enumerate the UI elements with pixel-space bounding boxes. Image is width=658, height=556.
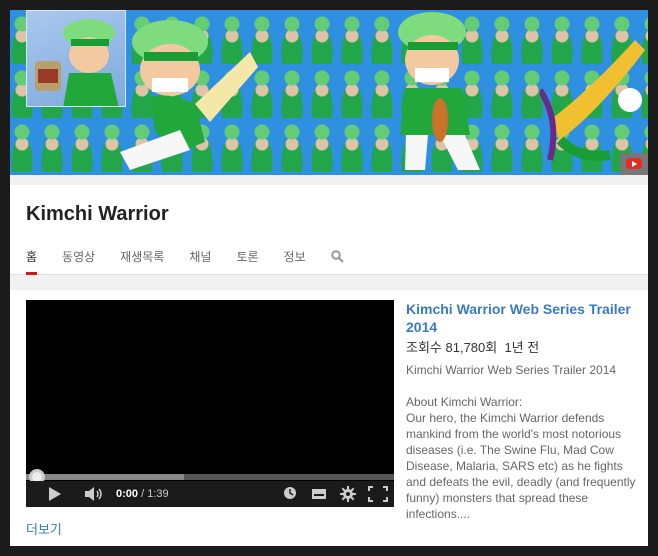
duration: 1:39	[147, 488, 169, 500]
channel-banner	[10, 10, 648, 175]
buffer-bar	[26, 474, 185, 480]
player-controls: 0:00 / 1:39	[26, 481, 394, 507]
video-description-title: Kimchi Warrior Web Series Trailer 2014	[406, 363, 617, 377]
tab-home[interactable]: 홈	[26, 247, 38, 275]
kimchi-warrior-hero-image	[120, 20, 258, 170]
avatar-image	[35, 19, 119, 106]
volume-icon[interactable]	[84, 486, 104, 502]
tab-videos[interactable]: 동영상	[62, 247, 95, 275]
play-icon[interactable]	[48, 486, 62, 502]
tab-discussion[interactable]: 토론	[236, 247, 258, 275]
upload-age: 1년 전	[504, 340, 540, 355]
youtube-icon[interactable]	[620, 153, 648, 175]
channel-search-button[interactable]	[330, 247, 345, 267]
tab-about[interactable]: 정보	[284, 247, 306, 275]
channel-title: Kimchi Warrior	[26, 203, 169, 225]
channel-tabs: 홈 동영상 재생목록 채널 토론 정보	[26, 247, 370, 275]
video-info: Kimchi Warrior Web Series Trailer 2014 조…	[406, 300, 642, 522]
featured-video-section: 0:00 / 1:39 Kimchi Warrior Web Series Tr…	[10, 290, 648, 546]
channel-header: Kimchi Warrior 홈 동영상 재생목록 채널 토론 정보	[10, 185, 648, 275]
fullscreen-icon[interactable]	[368, 486, 388, 502]
time-display: 0:00 / 1:39	[116, 488, 169, 500]
video-title[interactable]: Kimchi Warrior Web Series Trailer 2014	[406, 300, 642, 336]
video-player[interactable]: 0:00 / 1:39	[26, 300, 394, 507]
more-link[interactable]: 더보기	[26, 519, 62, 538]
progress-bar[interactable]	[26, 474, 394, 480]
channel-page: Kimchi Warrior 홈 동영상 재생목록 채널 토론 정보 0:00 …	[10, 10, 648, 546]
video-meta: 조회수 81,780회 1년 전	[406, 340, 642, 356]
tab-channels[interactable]: 채널	[189, 247, 211, 275]
tab-playlists[interactable]: 재생목록	[120, 247, 164, 275]
subtitles-icon[interactable]	[311, 488, 327, 500]
gear-icon[interactable]	[340, 486, 356, 502]
view-count: 조회수 81,780회	[406, 340, 498, 355]
video-description: About Kimchi Warrior: Our hero, the Kimc…	[406, 394, 642, 522]
channel-avatar[interactable]	[26, 10, 126, 107]
kimchi-warrior-hero-image-2	[398, 12, 480, 170]
description-line: About Kimchi Warrior:	[406, 395, 523, 409]
watch-later-icon[interactable]	[283, 486, 297, 500]
description-line: Our hero, the Kimchi Warrior defends man…	[406, 411, 639, 521]
current-time: 0:00	[116, 488, 139, 500]
search-icon	[330, 250, 344, 263]
